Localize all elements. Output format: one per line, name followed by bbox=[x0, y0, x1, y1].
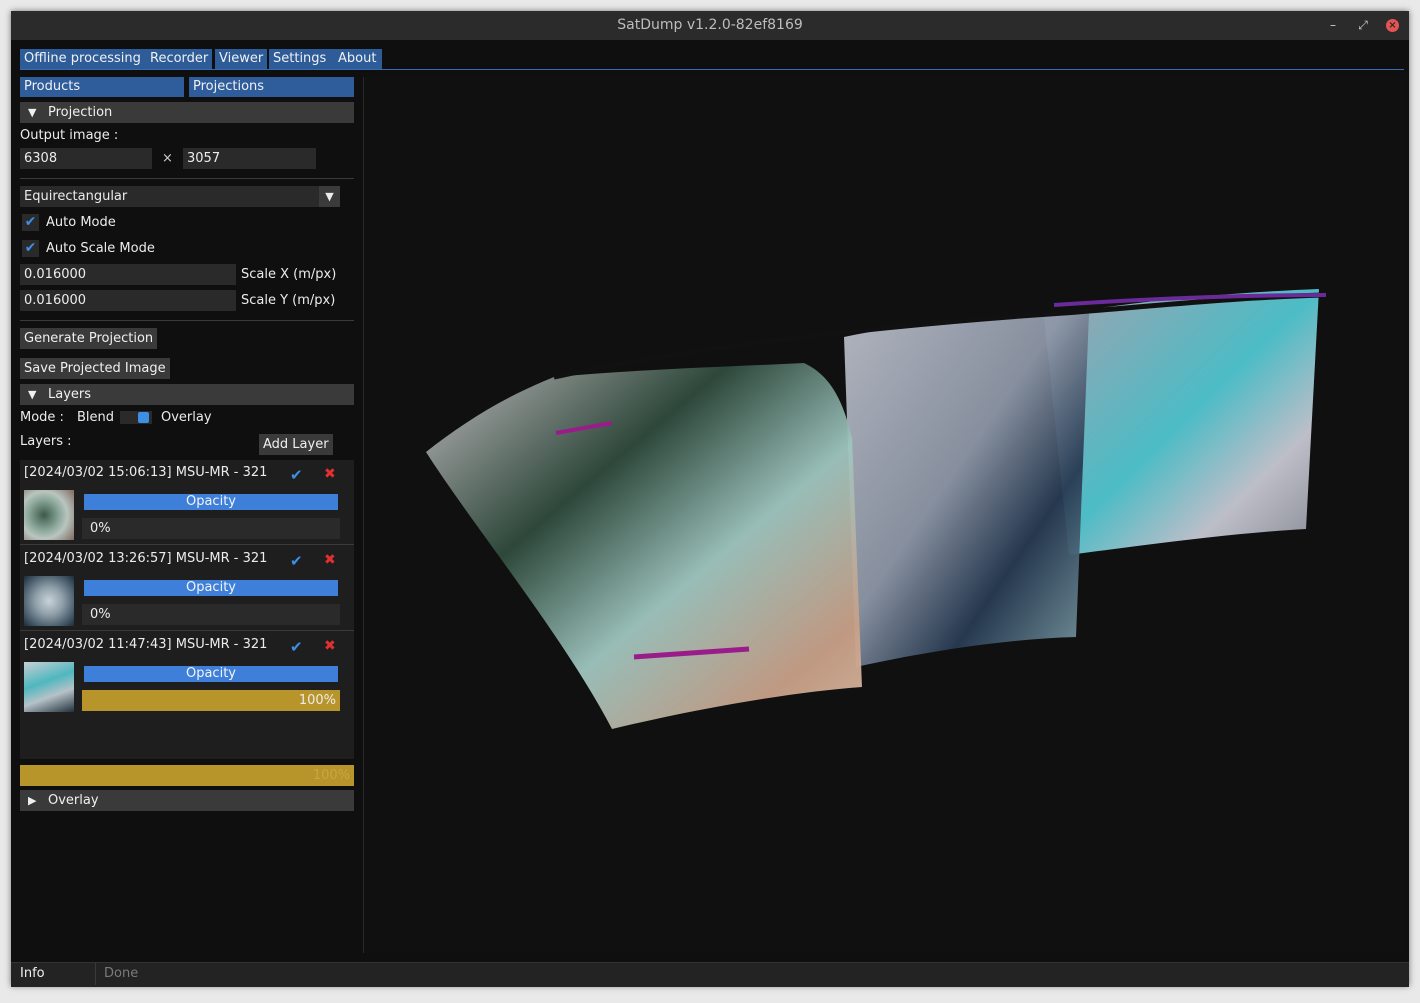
layer-title: [2024/03/02 15:06:13] MSU-MR - 321 bbox=[24, 465, 268, 480]
times-sign: × bbox=[162, 151, 173, 166]
layer-progress-bar: 0% bbox=[82, 518, 340, 539]
layer-item: [2024/03/02 11:47:43] MSU-MR - 321 ✔ ✖ O… bbox=[20, 632, 354, 716]
delete-layer-icon[interactable]: ✖ bbox=[324, 466, 336, 482]
layer-thumbnail bbox=[24, 662, 74, 712]
layer-item: [2024/03/02 15:06:13] MSU-MR - 321 ✔ ✖ O… bbox=[20, 460, 354, 544]
layers-label: Layers : bbox=[20, 434, 72, 449]
mode-toggle[interactable] bbox=[120, 411, 152, 424]
projection-type-select[interactable]: Equirectangular ▼ bbox=[20, 186, 340, 207]
separator bbox=[20, 178, 354, 179]
separator bbox=[20, 320, 354, 321]
opacity-slider[interactable]: Opacity bbox=[84, 494, 338, 510]
save-projected-image-button[interactable]: Save Projected Image bbox=[20, 358, 170, 379]
overlay-header[interactable]: ▶ Overlay bbox=[20, 790, 354, 811]
output-height-input[interactable]: 3057 bbox=[183, 148, 316, 169]
collapse-triangle-icon: ▼ bbox=[28, 106, 37, 119]
tab-viewer[interactable]: Viewer bbox=[215, 49, 267, 69]
projection-header[interactable]: ▼ Projection bbox=[20, 102, 354, 123]
generate-projection-button[interactable]: Generate Projection bbox=[20, 328, 158, 349]
layer-visible-checkbox[interactable]: ✔ bbox=[290, 466, 303, 484]
auto-mode-label: Auto Mode bbox=[46, 215, 116, 230]
layers-header-label: Layers bbox=[48, 387, 92, 402]
satellite-pass-west bbox=[426, 363, 862, 729]
projection-header-label: Projection bbox=[48, 105, 113, 120]
scale-x-label: Scale X (m/px) bbox=[241, 267, 337, 282]
layer-thumbnail bbox=[24, 490, 74, 540]
title-bar: SatDump v1.2.0-82ef8169 – ⤢ × bbox=[11, 11, 1409, 40]
mode-overlay-label: Overlay bbox=[161, 410, 212, 425]
layer-title: [2024/03/02 11:47:43] MSU-MR - 321 bbox=[24, 637, 268, 652]
separator bbox=[20, 630, 354, 631]
chevron-down-icon[interactable]: ▼ bbox=[319, 186, 340, 207]
subtab-products[interactable]: Products bbox=[20, 77, 184, 97]
layer-item: [2024/03/02 13:26:57] MSU-MR - 321 ✔ ✖ O… bbox=[20, 546, 354, 630]
separator bbox=[20, 544, 354, 545]
total-progress-text: 100% bbox=[312, 768, 350, 783]
auto-scale-mode-checkbox[interactable]: ✔ bbox=[22, 240, 39, 257]
projection-type-value: Equirectangular bbox=[24, 189, 128, 204]
close-icon[interactable]: × bbox=[1386, 19, 1399, 32]
layer-progress-text: 100% bbox=[298, 693, 336, 708]
expand-triangle-icon: ▶ bbox=[28, 794, 37, 807]
status-label: Info bbox=[20, 966, 45, 981]
layers-header[interactable]: ▼ Layers bbox=[20, 384, 354, 405]
delete-layer-icon[interactable]: ✖ bbox=[324, 552, 336, 568]
layer-thumbnail bbox=[24, 576, 74, 626]
toggle-knob bbox=[138, 412, 149, 423]
mode-label: Mode : bbox=[20, 410, 64, 425]
add-layer-button[interactable]: Add Layer bbox=[259, 434, 333, 455]
tabs-underline bbox=[20, 69, 1404, 70]
mode-blend-label: Blend bbox=[77, 410, 115, 425]
subtab-projections[interactable]: Projections bbox=[189, 77, 354, 97]
layer-progress-text: 0% bbox=[90, 607, 111, 622]
layer-progress-bar: 0% bbox=[82, 604, 340, 625]
output-image-label: Output image : bbox=[20, 128, 119, 143]
layer-visible-checkbox[interactable]: ✔ bbox=[290, 638, 303, 656]
projected-image bbox=[426, 289, 1327, 729]
auto-scale-mode-label: Auto Scale Mode bbox=[46, 241, 155, 256]
separator bbox=[95, 963, 96, 985]
layers-list: [2024/03/02 15:06:13] MSU-MR - 321 ✔ ✖ O… bbox=[20, 460, 354, 759]
collapse-triangle-icon: ▼ bbox=[28, 388, 37, 401]
tab-offline-processing[interactable]: Offline processing bbox=[20, 49, 150, 69]
overlay-header-label: Overlay bbox=[48, 793, 99, 808]
tab-about[interactable]: About bbox=[334, 49, 382, 69]
total-progress-bar: 100% bbox=[20, 765, 354, 786]
window-title: SatDump v1.2.0-82ef8169 bbox=[617, 17, 803, 33]
output-width-input[interactable]: 6308 bbox=[20, 148, 152, 169]
minimize-icon[interactable]: – bbox=[1322, 11, 1344, 40]
status-text: Done bbox=[104, 966, 139, 981]
layer-progress-bar: 100% bbox=[82, 690, 340, 711]
opacity-slider[interactable]: Opacity bbox=[84, 666, 338, 682]
tab-settings[interactable]: Settings bbox=[269, 49, 335, 69]
delete-layer-icon[interactable]: ✖ bbox=[324, 638, 336, 654]
maximize-icon[interactable]: ⤢ bbox=[1352, 11, 1374, 40]
layer-progress-text: 0% bbox=[90, 521, 111, 536]
layer-title: [2024/03/02 13:26:57] MSU-MR - 321 bbox=[24, 551, 268, 566]
auto-mode-checkbox[interactable]: ✔ bbox=[22, 214, 39, 231]
scale-y-label: Scale Y (m/px) bbox=[241, 293, 336, 308]
projection-viewer[interactable] bbox=[364, 77, 1404, 953]
app-window: SatDump v1.2.0-82ef8169 – ⤢ × Offline pr… bbox=[11, 11, 1409, 987]
tab-recorder[interactable]: Recorder bbox=[146, 49, 212, 69]
satellite-pass-middle bbox=[844, 313, 1089, 667]
scale-x-input[interactable]: 0.016000 bbox=[20, 264, 236, 285]
opacity-slider[interactable]: Opacity bbox=[84, 580, 338, 596]
scale-y-input[interactable]: 0.016000 bbox=[20, 290, 236, 311]
status-bar: Info Done bbox=[11, 962, 1409, 987]
layer-visible-checkbox[interactable]: ✔ bbox=[290, 552, 303, 570]
